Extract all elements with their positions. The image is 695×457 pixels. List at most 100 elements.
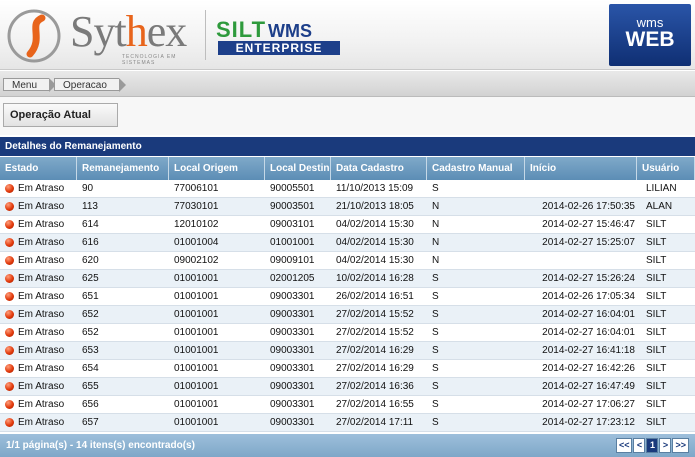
cell-cadastro-manual: N bbox=[432, 237, 440, 248]
red-dot-icon bbox=[5, 274, 14, 283]
cell-inicio: 2014-02-27 17:23:12 bbox=[542, 417, 635, 428]
sythex-tagline: TECNOLOGIA EM SISTEMAS bbox=[122, 54, 177, 66]
cell-usuario: SILT bbox=[646, 327, 667, 338]
cell-local-destino: 90003501 bbox=[270, 201, 315, 212]
cell-local-origem: 01001004 bbox=[174, 237, 219, 248]
sythex-swoosh-icon bbox=[7, 9, 61, 63]
red-dot-icon bbox=[5, 382, 14, 391]
column-header-local-origem[interactable]: Local Origem bbox=[169, 157, 265, 180]
cell-local-destino: 09003301 bbox=[270, 363, 315, 374]
cell-inicio: 2014-02-27 16:42:26 bbox=[542, 363, 635, 374]
cell-remanejamento: 655 bbox=[82, 381, 99, 392]
table-row[interactable]: Em Atraso 620 09002102 09009101 04/02/2014 1… bbox=[0, 252, 695, 270]
status-label: Em Atraso bbox=[18, 237, 65, 248]
column-header-local-destino[interactable]: Local Destino bbox=[265, 157, 331, 180]
cell-inicio: 2014-02-27 16:47:49 bbox=[542, 381, 635, 392]
section-title: Detalhes do Remanejamento bbox=[0, 137, 695, 156]
column-header-estado[interactable]: Estado bbox=[0, 157, 77, 180]
pager: << < 1 > >> bbox=[615, 438, 689, 453]
cell-estado: Em Atraso bbox=[0, 288, 77, 305]
table-row[interactable]: Em Atraso 651 01001001 09003301 26/02/2014 1… bbox=[0, 288, 695, 306]
cell-cadastro-manual: S bbox=[432, 309, 439, 320]
pager-page-1[interactable]: 1 bbox=[646, 438, 659, 453]
cell-local-origem: 77030101 bbox=[174, 201, 219, 212]
status-label: Em Atraso bbox=[18, 327, 65, 338]
cell-usuario: SILT bbox=[646, 363, 667, 374]
cell-data-cadastro: 10/02/2014 16:28 bbox=[336, 273, 414, 284]
cell-local-destino: 90005501 bbox=[270, 183, 315, 194]
cell-local-origem: 01001001 bbox=[174, 273, 219, 284]
table-row[interactable]: Em Atraso 654 01001001 09003301 27/02/2014 1… bbox=[0, 360, 695, 378]
cell-estado: Em Atraso bbox=[0, 306, 77, 323]
breadcrumb-operacao[interactable]: Operacao bbox=[54, 78, 126, 92]
cell-remanejamento: 90 bbox=[82, 183, 94, 194]
pager-prev-button[interactable]: < bbox=[633, 438, 646, 453]
red-dot-icon bbox=[5, 328, 14, 337]
sythex-wordmark: Sythex bbox=[70, 7, 187, 56]
red-dot-icon bbox=[5, 310, 14, 319]
cell-data-cadastro: 27/02/2014 17:11 bbox=[336, 417, 414, 428]
column-header-data-cadastro[interactable]: Data Cadastro bbox=[331, 157, 427, 180]
cell-remanejamento: 652 bbox=[82, 309, 99, 320]
cell-data-cadastro: 04/02/2014 15:30 bbox=[336, 237, 414, 248]
cell-estado: Em Atraso bbox=[0, 252, 77, 269]
cell-local-origem: 01001001 bbox=[174, 399, 219, 410]
pager-first-button[interactable]: << bbox=[615, 438, 633, 453]
operation-toolbar: Operação Atual bbox=[0, 97, 695, 135]
cell-local-origem: 01001001 bbox=[174, 345, 219, 356]
cell-estado: Em Atraso bbox=[0, 396, 77, 413]
cell-remanejamento: 653 bbox=[82, 345, 99, 356]
table-row[interactable]: Em Atraso 657 01001001 09003301 27/02/2014 1… bbox=[0, 414, 695, 432]
cell-cadastro-manual: S bbox=[432, 183, 439, 194]
status-label: Em Atraso bbox=[18, 219, 65, 230]
column-header-inicio[interactable]: Início bbox=[525, 157, 637, 180]
cell-usuario: SILT bbox=[646, 255, 667, 266]
table-row[interactable]: Em Atraso 113 77030101 90003501 21/10/2013 1… bbox=[0, 198, 695, 216]
cell-local-origem: 77006101 bbox=[174, 183, 219, 194]
pager-last-button[interactable]: >> bbox=[672, 438, 689, 453]
cell-data-cadastro: 27/02/2014 16:29 bbox=[336, 363, 414, 374]
cell-usuario: SILT bbox=[646, 291, 667, 302]
table-row[interactable]: Em Atraso 652 01001001 09003301 27/02/2014 1… bbox=[0, 324, 695, 342]
cell-local-destino: 09003301 bbox=[270, 381, 315, 392]
table-row[interactable]: Em Atraso 625 01001001 02001205 10/02/2014 1… bbox=[0, 270, 695, 288]
column-header-remanejamento[interactable]: Remanejamento bbox=[77, 157, 169, 180]
status-label: Em Atraso bbox=[18, 291, 65, 302]
cell-remanejamento: 616 bbox=[82, 237, 99, 248]
status-label: Em Atraso bbox=[18, 309, 65, 320]
cell-inicio: 2014-02-27 16:41:18 bbox=[542, 345, 635, 356]
table-row[interactable]: Em Atraso 616 01001004 01001001 04/02/2014 1… bbox=[0, 234, 695, 252]
column-header-cadastro-manual[interactable]: Cadastro Manual bbox=[427, 157, 525, 180]
current-operation-button[interactable]: Operação Atual bbox=[3, 103, 118, 127]
cell-local-origem: 01001001 bbox=[174, 363, 219, 374]
red-dot-icon bbox=[5, 256, 14, 265]
pager-next-button[interactable]: > bbox=[659, 438, 672, 453]
silt-logo-top: SILT WMS bbox=[216, 17, 313, 42]
app-header: Sythex TECNOLOGIA EM SISTEMAS SILT WMS EN… bbox=[0, 0, 695, 70]
table-row[interactable]: Em Atraso 655 01001001 09003301 27/02/2014 1… bbox=[0, 378, 695, 396]
cell-local-origem: 01001001 bbox=[174, 291, 219, 302]
cell-local-origem: 01001001 bbox=[174, 417, 219, 428]
column-header-usuario[interactable]: Usuário bbox=[637, 157, 695, 180]
logo-divider bbox=[205, 10, 206, 60]
cell-inicio bbox=[525, 252, 637, 269]
cell-usuario: SILT bbox=[646, 309, 667, 320]
table-row[interactable]: Em Atraso 90 77006101 90005501 11/10/2013 15… bbox=[0, 180, 695, 198]
status-label: Em Atraso bbox=[18, 201, 65, 212]
cell-inicio: 2014-02-27 16:04:01 bbox=[542, 327, 635, 338]
cell-cadastro-manual: S bbox=[432, 327, 439, 338]
red-dot-icon bbox=[5, 202, 14, 211]
table-row[interactable]: Em Atraso 656 01001001 09003301 27/02/2014 1… bbox=[0, 396, 695, 414]
cell-local-destino: 09003301 bbox=[270, 345, 315, 356]
breadcrumb-menu[interactable]: Menu bbox=[3, 78, 57, 92]
cell-local-destino: 09003301 bbox=[270, 327, 315, 338]
cell-remanejamento: 654 bbox=[82, 363, 99, 374]
cell-local-destino: 09003101 bbox=[270, 219, 315, 230]
cell-usuario: SILT bbox=[646, 399, 667, 410]
status-label: Em Atraso bbox=[18, 417, 65, 428]
table-row[interactable]: Em Atraso 614 12010102 09003101 04/02/2014 1… bbox=[0, 216, 695, 234]
table-header: Estado Remanejamento Local Origem Local … bbox=[0, 157, 695, 180]
table-row[interactable]: Em Atraso 652 01001001 09003301 27/02/2014 1… bbox=[0, 306, 695, 324]
table-row[interactable]: Em Atraso 653 01001001 09003301 27/02/2014 1… bbox=[0, 342, 695, 360]
cell-remanejamento: 113 bbox=[82, 201, 98, 212]
